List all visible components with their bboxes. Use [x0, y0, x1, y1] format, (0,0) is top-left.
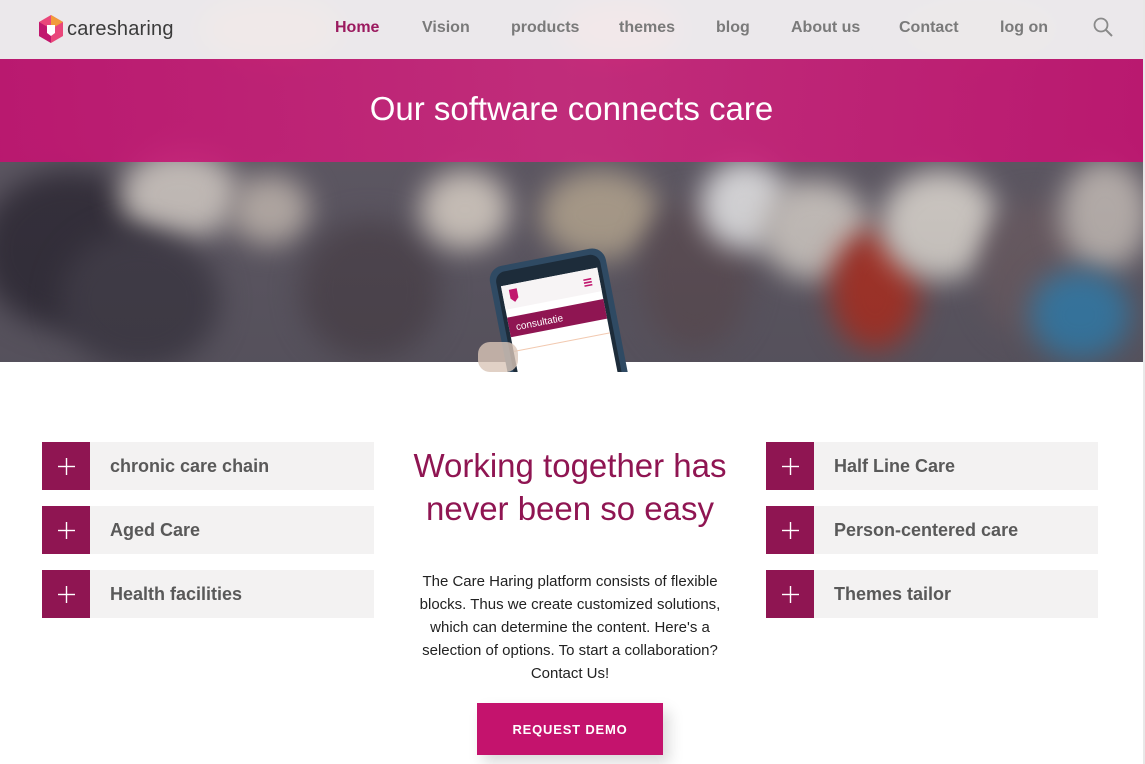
plus-icon[interactable]	[766, 570, 814, 618]
nav-vision[interactable]: Vision	[422, 19, 470, 37]
nav-contact[interactable]: Contact	[899, 19, 959, 37]
plus-icon[interactable]	[42, 570, 90, 618]
accordion-label[interactable]: Aged Care	[90, 506, 374, 554]
accordion-half-line-care[interactable]: Half Line Care	[766, 442, 1098, 490]
accordion-label[interactable]: Person-centered care	[814, 506, 1098, 554]
hero-banner: Our software connects care	[0, 59, 1143, 162]
hero-title: Our software connects care	[369, 89, 774, 127]
accordion-themes-tailor[interactable]: Themes tailor	[766, 570, 1098, 618]
intro-heading: Working together has never been so easy	[413, 447, 727, 527]
nav-log-on[interactable]: log on	[1000, 19, 1048, 37]
intro-section: Working together has never been so easy …	[400, 444, 740, 685]
accordion-chronic-care-chain[interactable]: chronic care chain	[42, 442, 374, 490]
plus-icon[interactable]	[766, 506, 814, 554]
nav-about-us[interactable]: About us	[791, 19, 860, 37]
accordion-label[interactable]: Health facilities	[90, 570, 374, 618]
accordion-aged-care[interactable]: Aged Care	[42, 506, 374, 554]
intro-body: The Care Haring platform consists of fle…	[419, 573, 721, 682]
nav-products[interactable]: products	[511, 19, 579, 37]
nav-themes[interactable]: themes	[619, 19, 675, 37]
top-navigation: caresharing Home Vision products themes …	[0, 0, 1143, 59]
nav-home[interactable]: Home	[335, 19, 379, 37]
accordion-label[interactable]: chronic care chain	[90, 442, 374, 490]
phone-illustration: consultatie	[478, 248, 630, 372]
accordion-label[interactable]: Half Line Care	[814, 442, 1098, 490]
plus-icon[interactable]	[766, 442, 814, 490]
plus-icon[interactable]	[42, 506, 90, 554]
search-icon[interactable]	[1092, 16, 1114, 38]
request-demo-button[interactable]: REQUEST DEMO	[477, 703, 663, 755]
accordion-label[interactable]: Themes tailor	[814, 570, 1098, 618]
accordion-person-centered-care[interactable]: Person-centered care	[766, 506, 1098, 554]
nav-blog[interactable]: blog	[716, 19, 750, 37]
main-menu: Home Vision products themes blog About u…	[0, 19, 1143, 41]
accordion-health-facilities[interactable]: Health facilities	[42, 570, 374, 618]
plus-icon[interactable]	[42, 442, 90, 490]
